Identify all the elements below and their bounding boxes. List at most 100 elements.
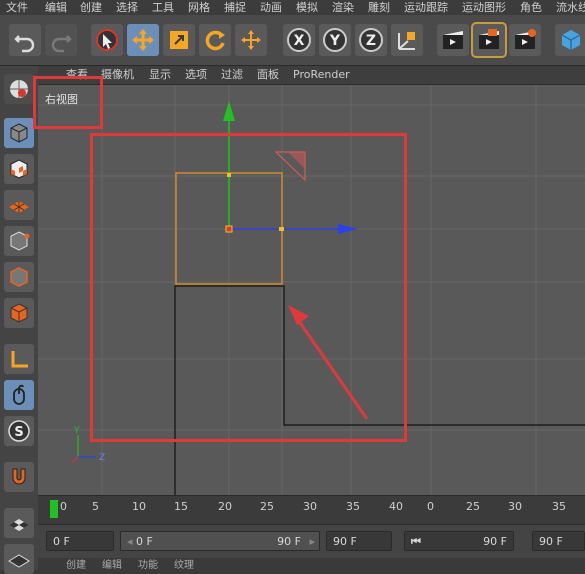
render-settings-button[interactable] <box>509 24 541 56</box>
svg-text:Y: Y <box>329 33 341 49</box>
texture-mode-button[interactable] <box>4 154 34 184</box>
edges-mode-button[interactable] <box>4 262 34 292</box>
workplane-lock-button[interactable] <box>4 508 34 538</box>
material-menu-edit[interactable]: 编辑 <box>102 556 122 571</box>
move-icon <box>132 29 154 51</box>
live-select-button[interactable] <box>91 24 123 56</box>
viewport-menu-camera[interactable]: 摄像机 <box>101 66 134 84</box>
timeline-tick: 25 <box>260 500 274 513</box>
timeline-tick: 0 <box>60 500 67 513</box>
magnet-icon <box>12 468 26 485</box>
menu-animate[interactable]: 动画 <box>260 0 282 15</box>
globe-icon <box>10 80 28 98</box>
mini-axis-y: Y <box>73 426 80 436</box>
menu-render[interactable]: 渲染 <box>332 0 354 15</box>
mode-button[interactable] <box>4 74 34 104</box>
frame-range-slider[interactable]: ◂ 0 F 90 F ▸ <box>120 531 320 551</box>
main-toolbar: X Y Z <box>0 15 585 66</box>
skip-start-icon: ⏮ <box>411 535 421 548</box>
menu-edit[interactable]: 编辑 <box>45 0 67 15</box>
snap-s-icon: S <box>8 420 30 442</box>
viewport-right-view[interactable]: Y Z 右视图 <box>38 85 585 495</box>
material-menu-create[interactable]: 创建 <box>66 556 86 571</box>
timeline-tick: 35 <box>552 500 566 513</box>
y-axis-arrow <box>223 101 235 121</box>
timeline-tick: 5 <box>92 500 99 513</box>
mini-axis-z: Z <box>99 453 105 463</box>
timeline-tick: 15 <box>174 500 188 513</box>
render-view-button[interactable] <box>437 24 469 56</box>
redo-icon <box>51 35 72 53</box>
material-menu-function[interactable]: 功能 <box>138 556 158 571</box>
x-axis-icon: X <box>287 28 311 52</box>
redo-button[interactable] <box>45 24 77 56</box>
timeline-tick: 30 <box>303 500 317 513</box>
material-menu-texture[interactable]: 纹理 <box>174 556 194 571</box>
move-button[interactable] <box>127 24 159 56</box>
render-picture-viewer-button[interactable] <box>471 22 507 58</box>
viewport-grid <box>38 85 585 495</box>
viewport-menu-filter[interactable]: 过滤 <box>221 66 243 84</box>
rotate-button[interactable] <box>199 24 231 56</box>
menu-file[interactable]: 文件 <box>6 0 28 15</box>
menu-character[interactable]: 角色 <box>520 0 542 15</box>
viewport-menu-display[interactable]: 显示 <box>149 66 171 84</box>
x-axis-lock-button[interactable]: X <box>283 24 315 56</box>
viewport-menu-view[interactable]: 查看 <box>66 66 88 84</box>
preview-range-value: 90 F <box>483 535 507 548</box>
y-axis-lock-button[interactable]: Y <box>319 24 351 56</box>
coordinate-system-icon <box>398 32 415 50</box>
cube-model-icon <box>10 123 28 143</box>
model-mode-button[interactable] <box>4 118 34 148</box>
transform-button[interactable] <box>235 24 267 56</box>
viewport-menu-prorender[interactable]: ProRender <box>293 66 350 84</box>
menu-tools[interactable]: 工具 <box>152 0 174 15</box>
range-right-arrow-icon: ▸ <box>309 535 315 548</box>
timeline-tick: 0 <box>427 500 434 513</box>
object-origin <box>225 225 233 233</box>
scale-button[interactable] <box>163 24 195 56</box>
mouse-icon <box>13 384 25 405</box>
start-frame-field[interactable]: 0 F <box>46 531 114 551</box>
menu-pipeline[interactable]: 流水线 <box>556 0 585 15</box>
workplane-button[interactable] <box>4 190 34 220</box>
z-axis-lock-button[interactable]: Z <box>355 24 387 56</box>
viewport-menu-panel[interactable]: 面板 <box>257 66 279 84</box>
menu-create[interactable]: 创建 <box>80 0 102 15</box>
timeline-playhead[interactable] <box>50 500 58 518</box>
viewport-label: 右视图 <box>45 93 78 106</box>
menu-motion-tracking[interactable]: 运动跟踪 <box>404 0 448 15</box>
live-select-icon <box>96 29 118 51</box>
points-mode-button[interactable] <box>4 226 34 256</box>
end-frame-value: 90 F <box>333 535 357 548</box>
tweak-mode-button[interactable] <box>4 380 34 410</box>
coordinate-system-button[interactable] <box>391 24 423 56</box>
timeline[interactable]: 0 5 10 15 20 25 30 35 40 0 25 30 35 <box>38 495 585 524</box>
menu-mesh[interactable]: 网格 <box>188 0 210 15</box>
render-settings-icon <box>515 29 536 49</box>
end-frame-field[interactable]: 90 F <box>326 531 392 551</box>
svg-text:Z: Z <box>366 33 376 49</box>
preview-end-field[interactable]: 90 F <box>532 531 585 551</box>
timeline-tick: 35 <box>346 500 360 513</box>
snap-button[interactable]: S <box>4 416 34 446</box>
timeline-tick: 25 <box>466 500 480 513</box>
viewport-menu-options[interactable]: 选项 <box>185 66 207 84</box>
menu-sculpt[interactable]: 雕刻 <box>368 0 390 15</box>
cube-button[interactable] <box>555 24 585 56</box>
preview-range-field[interactable]: ⏮ 90 F <box>404 531 514 551</box>
magnet-button[interactable] <box>4 462 34 492</box>
menu-select[interactable]: 选择 <box>116 0 138 15</box>
axis-corner-icon <box>11 351 28 368</box>
menu-snap[interactable]: 捕捉 <box>224 0 246 15</box>
undo-button[interactable] <box>9 24 41 56</box>
menu-mograph[interactable]: 运动图形 <box>462 0 506 15</box>
z-axis-icon: Z <box>359 28 383 52</box>
menu-simulate[interactable]: 模拟 <box>296 0 318 15</box>
svg-text:X: X <box>294 33 305 49</box>
y-axis-icon: Y <box>323 28 347 52</box>
floor-grid-icon <box>8 554 30 568</box>
polygons-mode-button[interactable] <box>4 298 34 328</box>
axis-mode-button[interactable] <box>4 344 34 374</box>
move-alt-icon <box>241 30 261 50</box>
